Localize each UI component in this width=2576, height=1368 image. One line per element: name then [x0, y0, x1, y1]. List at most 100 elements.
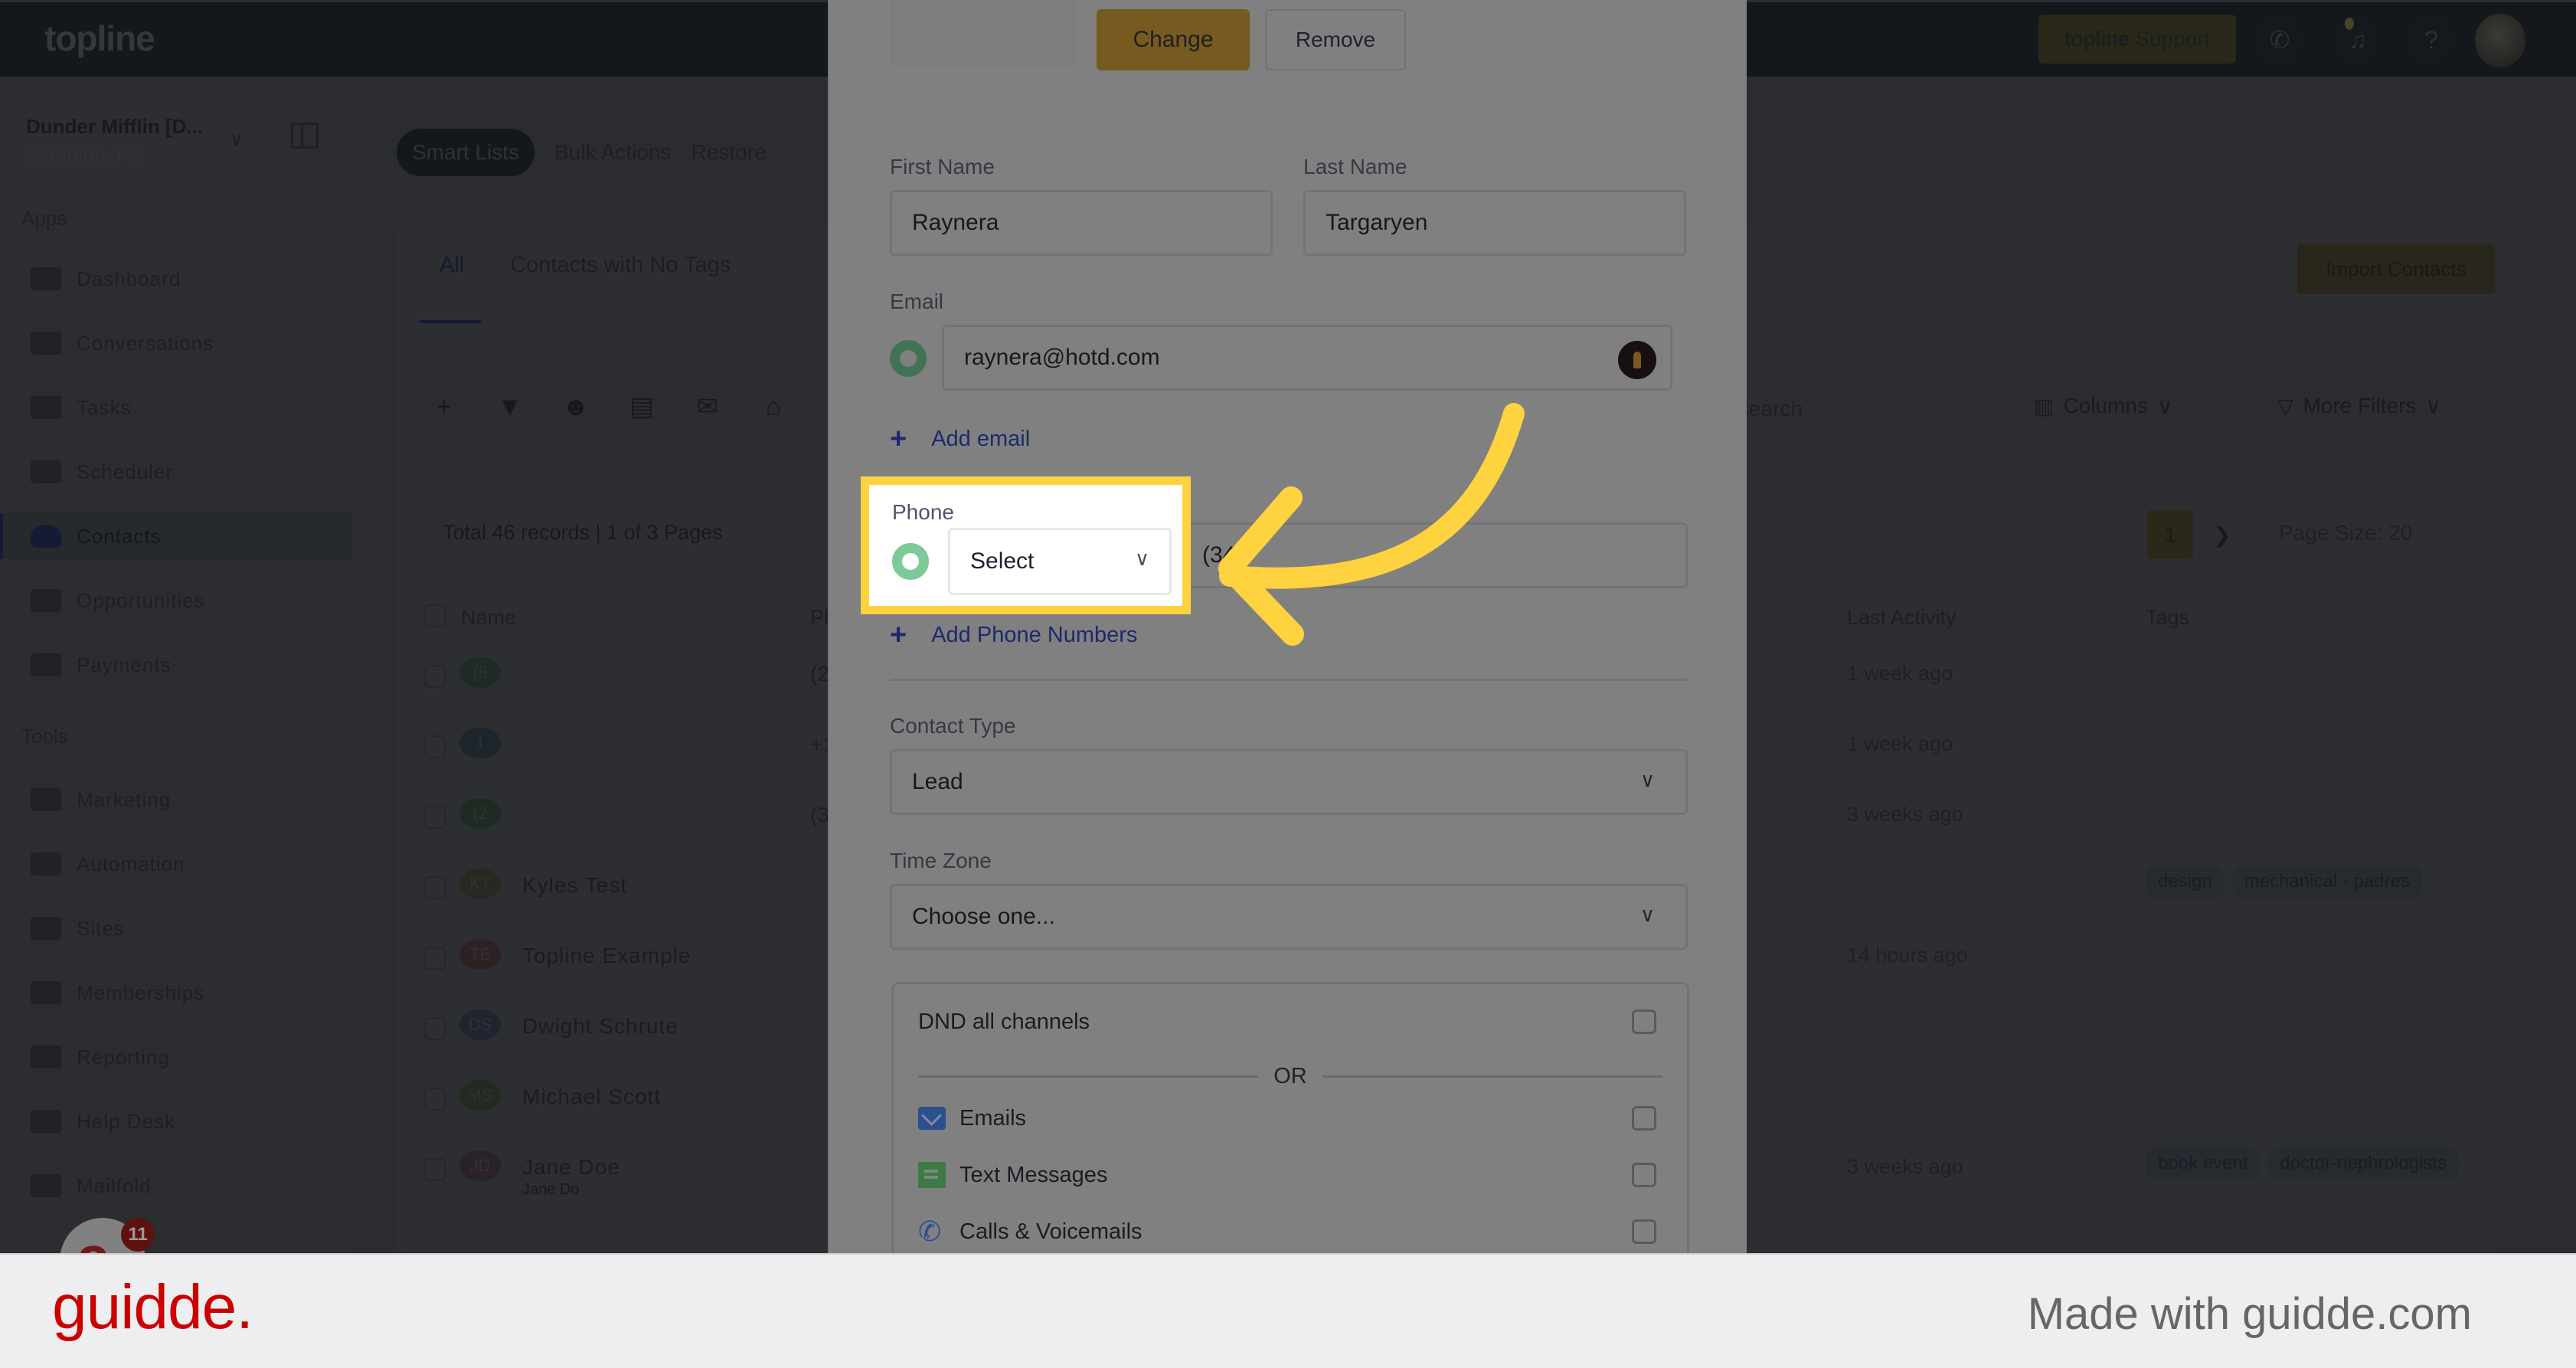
tab-bulk-actions[interactable]: Bulk Actions: [554, 140, 672, 165]
row-checkbox[interactable]: [424, 735, 446, 758]
contact-name[interactable]: Dwight Schrute: [522, 1014, 678, 1039]
more-filters-button[interactable]: ▽ More Filters ∨: [2262, 377, 2457, 435]
avatar: (8: [459, 657, 501, 688]
tag-badge[interactable]: design: [2146, 866, 2225, 898]
sidebar-item-payments[interactable]: Payments: [0, 642, 352, 688]
user-avatar[interactable]: [2475, 14, 2525, 67]
sidebar-item-automation[interactable]: Automation: [0, 841, 352, 887]
plus-icon: +: [890, 619, 907, 651]
row-checkbox[interactable]: [424, 806, 446, 829]
row-checkbox[interactable]: [424, 947, 446, 970]
tab-restore[interactable]: Restore: [691, 140, 767, 165]
next-page-button[interactable]: ❯: [2199, 510, 2245, 559]
sidebar-item-mailfold[interactable]: Mailfold: [0, 1163, 352, 1209]
tab-no-tags[interactable]: Contacts with No Tags: [510, 253, 731, 278]
select-all-checkbox[interactable]: [424, 604, 446, 627]
row-checkbox[interactable]: [424, 665, 446, 688]
page-size-select[interactable]: Page Size: 20: [2279, 521, 2412, 545]
row-checkbox[interactable]: [424, 1158, 446, 1181]
sidebar-item-opportunities[interactable]: Opportunities: [0, 578, 352, 623]
add-email-button[interactable]: + Add email: [890, 423, 1030, 456]
contact-phone: (3: [810, 803, 829, 826]
contact-name[interactable]: Michael Scott: [522, 1085, 661, 1109]
primary-phone-radio[interactable]: [892, 543, 929, 580]
avatar-upload[interactable]: [891, 0, 1075, 66]
import-contacts-button[interactable]: Import Contacts: [2297, 244, 2495, 294]
tab-smart-lists[interactable]: Smart Lists: [397, 129, 535, 176]
support-button[interactable]: topline Support: [2038, 15, 2236, 64]
tag-badge[interactable]: mechanical - padres: [2231, 866, 2422, 898]
column-last-activity[interactable]: Last Activity: [1847, 606, 1957, 630]
phone-type-select[interactable]: Select ∨: [948, 528, 1172, 595]
tab-all[interactable]: All: [440, 253, 464, 278]
sidebar-item-tasks[interactable]: Tasks: [0, 385, 352, 430]
row-checkbox[interactable]: [424, 1088, 446, 1111]
contact-name[interactable]: Topline Example: [522, 944, 691, 968]
columns-button[interactable]: ▥ Columns ∨: [2019, 377, 2189, 435]
sidebar-item-label: Memberships: [77, 980, 205, 1004]
first-name-field[interactable]: Raynera: [890, 190, 1273, 256]
plus-icon: +: [890, 423, 907, 455]
sidebar-item-dashboard[interactable]: Dashboard: [0, 256, 352, 302]
dnd-emails-checkbox[interactable]: [1632, 1106, 1656, 1131]
message-icon[interactable]: ▤: [620, 383, 663, 430]
add-phone-label: Add Phone Numbers: [931, 623, 1138, 647]
sidebar-item-label: Contacts: [77, 524, 162, 548]
chevron-down-icon: ∨: [1134, 547, 1149, 570]
robot-icon[interactable]: ☻: [554, 383, 597, 430]
contact-type-select[interactable]: Lead ∨: [890, 749, 1688, 815]
time-zone-select[interactable]: Choose one... ∨: [890, 884, 1688, 950]
conversations-icon: [31, 332, 61, 355]
sidebar-item-reporting[interactable]: Reporting: [0, 1034, 352, 1080]
add-phone-button[interactable]: + Add Phone Numbers: [890, 619, 1137, 652]
main-tabs: Smart Lists Bulk Actions Restore: [397, 129, 767, 176]
sidebar-item-label: Sites: [77, 916, 125, 940]
sidebar-item-marketing[interactable]: Marketing: [0, 777, 352, 823]
dnd-calls-checkbox[interactable]: [1632, 1219, 1656, 1244]
avatar: TE: [459, 939, 501, 970]
email-icon[interactable]: ✉: [686, 383, 729, 430]
password-manager-icon[interactable]: [1618, 341, 1656, 379]
tag-badge[interactable]: doctor-nephrologists: [2267, 1147, 2459, 1180]
phone-number-field[interactable]: (34: [1185, 522, 1688, 588]
last-name-field[interactable]: Targaryen: [1303, 190, 1686, 256]
sidebar-item-scheduler[interactable]: Scheduler: [0, 449, 352, 495]
remove-avatar-button[interactable]: Remove: [1265, 9, 1406, 70]
primary-email-radio[interactable]: [890, 340, 927, 377]
tag-list: book event doctor-nephrologists: [2146, 1147, 2459, 1180]
bell-icon[interactable]: ♫: [2334, 15, 2381, 65]
sidebar-item-conversations[interactable]: Conversations: [0, 320, 352, 366]
dnd-all-checkbox[interactable]: [1632, 1010, 1656, 1034]
page-button-current[interactable]: 1: [2147, 510, 2193, 559]
sidebar-item-label: Opportunities: [77, 588, 205, 612]
sidebar-item-memberships[interactable]: Memberships: [0, 970, 352, 1016]
support-brand: topline: [2064, 27, 2130, 51]
sidebar-item-label: Reporting: [77, 1045, 170, 1069]
change-avatar-button[interactable]: Change: [1097, 9, 1250, 70]
filter-icon[interactable]: ▼: [489, 383, 531, 430]
search-input[interactable]: search: [1738, 377, 1983, 435]
help-icon[interactable]: ?: [2408, 15, 2455, 65]
sidebar-item-contacts[interactable]: Contacts: [0, 513, 352, 559]
row-checkbox[interactable]: [424, 1017, 446, 1040]
tag-badge[interactable]: book event: [2146, 1147, 2261, 1180]
dnd-calls-row: ✆ Calls & Voicemails: [918, 1213, 1662, 1251]
dnd-sms-checkbox[interactable]: [1632, 1163, 1656, 1187]
contact-name[interactable]: Jane Doe: [522, 1155, 620, 1180]
email-field[interactable]: raynera@hotd.com: [942, 325, 1672, 391]
row-checkbox[interactable]: [424, 876, 446, 899]
last-name-label: Last Name: [1303, 155, 1407, 178]
column-name[interactable]: Name: [461, 606, 516, 630]
last-activity: 1 week ago: [1847, 732, 1953, 755]
plus-icon[interactable]: +: [423, 383, 466, 430]
sidebar-item-help-desk[interactable]: Help Desk: [0, 1098, 352, 1144]
made-with-guidde: Made with guidde.com: [2027, 1289, 2472, 1339]
contact-name[interactable]: Kyles Test: [522, 873, 627, 898]
sidebar-collapse-icon[interactable]: [291, 123, 319, 149]
email-label: Email: [890, 290, 944, 313]
phone-icon[interactable]: ✆: [2256, 15, 2303, 65]
sidebar-item-sites[interactable]: Sites: [0, 905, 352, 951]
pie-chart-icon: [31, 1046, 61, 1069]
target-icon: [31, 589, 61, 612]
tag-add-icon[interactable]: ⌂: [752, 383, 795, 430]
